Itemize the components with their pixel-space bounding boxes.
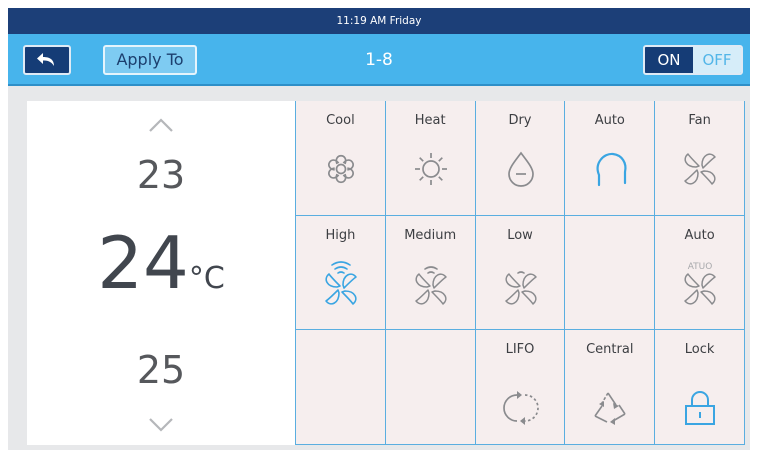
fan-medium-icon — [413, 265, 449, 306]
fan-low-icon — [503, 270, 539, 306]
temperature-setpoint: 24°C — [27, 221, 295, 305]
central-button[interactable]: Central — [565, 330, 656, 445]
fan-low-button[interactable]: Low — [475, 215, 566, 331]
temperature-panel: 23 24°C 25 — [27, 101, 295, 445]
empty-cell — [385, 330, 476, 445]
mode-auto-label: Auto — [594, 113, 625, 128]
mode-fan-label: Fan — [688, 113, 711, 128]
mode-dry-button[interactable]: Dry — [475, 101, 566, 216]
mode-heat-label: Heat — [414, 113, 446, 128]
back-arrow-icon — [37, 53, 54, 66]
screen: 11:19 AM Friday Apply To 1-8 ON OFF 23 2… — [8, 8, 750, 450]
power-off-button[interactable]: OFF — [693, 47, 741, 73]
fan-auto-icon: ATUO — [682, 262, 718, 306]
central-icon — [594, 392, 627, 426]
fan-auto-label: Auto — [684, 227, 715, 243]
chevron-down-icon[interactable] — [147, 414, 175, 434]
fan-high-label: High — [325, 227, 356, 243]
lock-label: Lock — [684, 342, 715, 358]
sun-icon — [414, 153, 447, 185]
central-label: Central — [586, 342, 634, 358]
temperature-unit: °C — [188, 261, 225, 296]
droplet-icon — [507, 151, 534, 187]
status-time: 11:19 AM Friday — [336, 15, 422, 27]
lock-button[interactable]: Lock — [655, 330, 745, 445]
fan-high-icon — [323, 260, 359, 306]
mode-dry-label: Dry — [508, 113, 532, 128]
status-bar: 11:19 AM Friday — [8, 8, 750, 34]
snowflake-icon — [328, 154, 354, 184]
fan-medium-button[interactable]: Medium — [385, 215, 476, 331]
mode-auto-button[interactable]: Auto — [565, 101, 656, 216]
lifo-button[interactable]: LIFO — [475, 330, 566, 445]
temperature-up-value[interactable]: 23 — [27, 153, 295, 197]
function-grid: Cool Heat Dry Auto Fan High Medium Low A… — [295, 101, 745, 445]
mode-cool-label: Cool — [326, 113, 355, 128]
temperature-current: 24 — [97, 221, 189, 305]
auto-mode-icon — [597, 152, 627, 187]
chevron-up-icon[interactable] — [147, 115, 175, 135]
back-button[interactable] — [23, 45, 71, 75]
power-toggle[interactable]: ON OFF — [643, 45, 743, 75]
swing-icon — [502, 391, 539, 426]
temperature-down-value[interactable]: 25 — [27, 348, 295, 392]
power-on-button[interactable]: ON — [645, 47, 693, 73]
lifo-label: LIFO — [505, 342, 535, 358]
header-bar: Apply To 1-8 ON OFF — [8, 34, 750, 86]
empty-cell — [296, 330, 386, 445]
lock-icon — [685, 391, 716, 426]
fan-medium-label: Medium — [404, 227, 457, 243]
fan-icon — [682, 151, 718, 187]
apply-to-button[interactable]: Apply To — [103, 45, 197, 75]
empty-cell — [565, 215, 656, 331]
unit-title: 1-8 — [365, 50, 393, 70]
fan-auto-button[interactable]: Auto ATUO — [655, 215, 745, 331]
mode-heat-button[interactable]: Heat — [385, 101, 476, 216]
mode-fan-button[interactable]: Fan — [655, 101, 745, 216]
mode-cool-button[interactable]: Cool — [296, 101, 386, 216]
fan-auto-icon-text: ATUO — [688, 262, 713, 272]
fan-low-label: Low — [507, 227, 533, 243]
fan-high-button[interactable]: High — [296, 215, 386, 331]
